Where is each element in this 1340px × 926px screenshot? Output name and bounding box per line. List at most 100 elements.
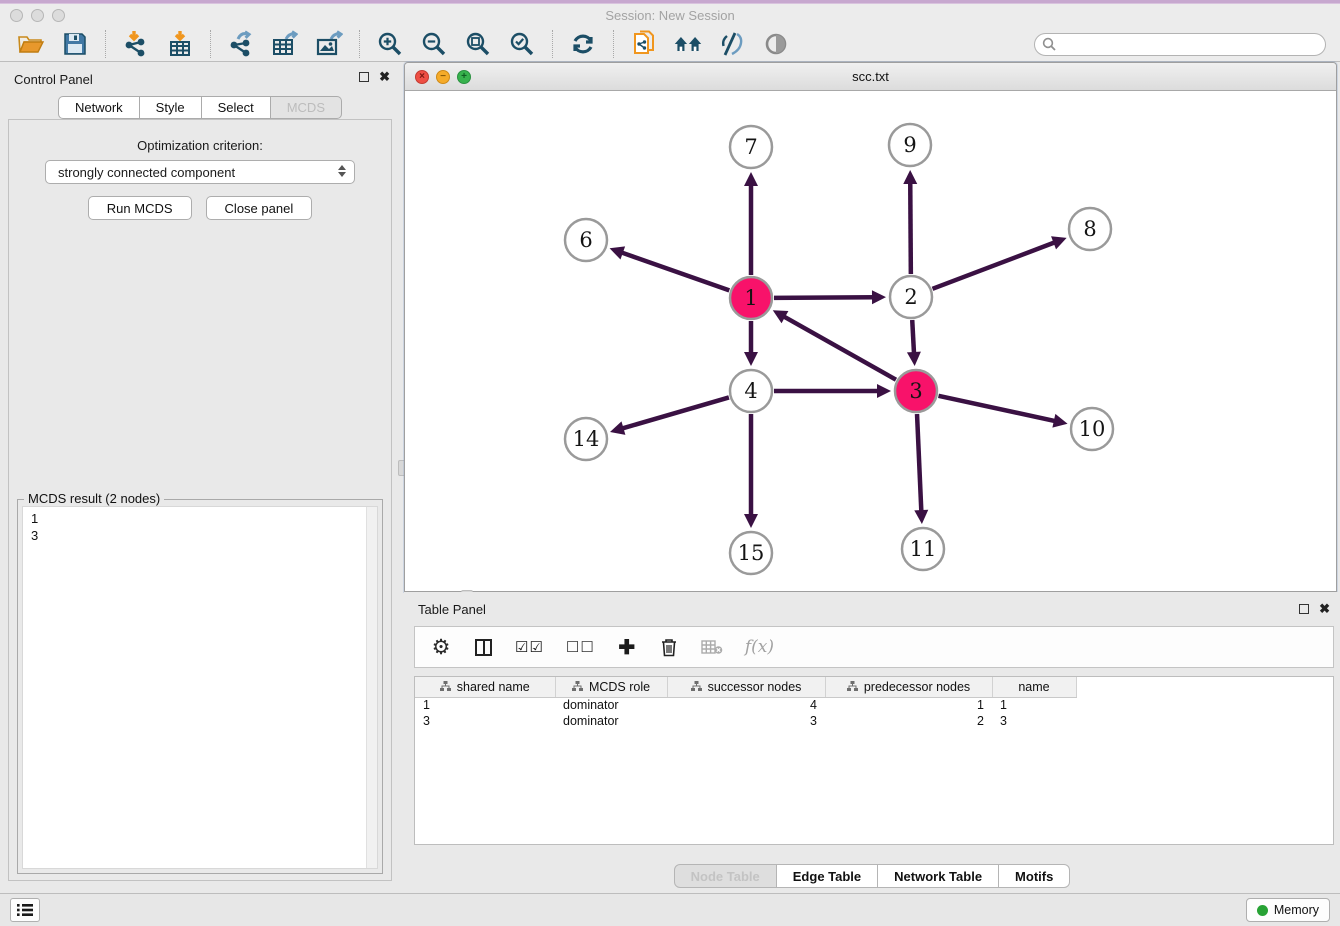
arrowhead-icon [610, 421, 625, 434]
tab-network[interactable]: Network [58, 96, 140, 119]
add-column-icon[interactable]: ✚ [617, 635, 637, 659]
zoom-selected-icon[interactable] [507, 29, 537, 59]
toggle-view-icon[interactable] [761, 29, 791, 59]
clone-network-icon[interactable] [629, 29, 659, 59]
memory-status-icon [1257, 905, 1268, 916]
column-header-successor-nodes[interactable]: successor nodes [667, 677, 825, 697]
memory-label: Memory [1274, 903, 1319, 917]
result-scrollbar[interactable] [366, 507, 377, 868]
export-table-icon[interactable] [270, 29, 300, 59]
hierarchy-icon [691, 681, 702, 692]
select-all-icon[interactable]: ☑☑ [515, 635, 544, 659]
cell-shared-name[interactable]: 1 [415, 697, 555, 713]
table-row[interactable]: 1dominator411 [415, 697, 1092, 713]
main-area: Control Panel ✖ NetworkStyleSelectMCDS O… [0, 62, 1340, 893]
home-layout-icon[interactable] [673, 29, 703, 59]
app-titlebar: Session: New Session [0, 4, 1340, 27]
result-line: 1 [31, 510, 369, 527]
node-label-2: 2 [904, 285, 917, 309]
arrowhead-icon [1052, 414, 1067, 428]
import-network-icon[interactable] [121, 29, 151, 59]
float-table-panel-icon[interactable] [1299, 604, 1309, 614]
edge-1-6[interactable] [620, 252, 729, 290]
network-canvas[interactable]: 7968124314101511 [405, 91, 1336, 591]
export-image-icon[interactable] [314, 29, 344, 59]
edge-2-8[interactable] [933, 242, 1057, 289]
table-row[interactable]: 3dominator323 [415, 713, 1092, 729]
save-session-icon[interactable] [60, 29, 90, 59]
tab-edge-table[interactable]: Edge Table [777, 864, 878, 888]
edge-1-2[interactable] [774, 297, 875, 298]
run-mcds-button[interactable]: Run MCDS [88, 196, 192, 220]
tab-style[interactable]: Style [140, 96, 202, 119]
close-panel-button[interactable]: Close panel [206, 196, 313, 220]
export-network-icon[interactable] [226, 29, 256, 59]
search-input[interactable] [1034, 33, 1326, 56]
edge-4-14[interactable] [621, 397, 729, 429]
mcds-result-area[interactable]: 13 [22, 506, 378, 869]
criterion-select[interactable]: strongly connected component [45, 160, 355, 184]
mcds-result-title: MCDS result (2 nodes) [24, 491, 164, 506]
hierarchy-icon [572, 681, 583, 692]
mcds-panel: Optimization criterion: strongly connect… [8, 119, 392, 881]
arrowhead-icon [907, 352, 921, 366]
toggle-panel-icon[interactable] [473, 635, 493, 659]
column-header-predecessor-nodes[interactable]: predecessor nodes [825, 677, 992, 697]
cell-MCDS-role[interactable]: dominator [555, 713, 667, 729]
column-header-shared-name[interactable]: shared name [415, 677, 555, 697]
tab-motifs[interactable]: Motifs [999, 864, 1070, 888]
deselect-all-icon[interactable]: ☐☐ [566, 635, 595, 659]
edge-2-3[interactable] [912, 320, 914, 355]
node-label-3: 3 [909, 379, 922, 403]
edge-3-10[interactable] [938, 396, 1056, 422]
close-table-panel-icon[interactable]: ✖ [1319, 604, 1330, 614]
column-header-MCDS-role[interactable]: MCDS role [555, 677, 667, 697]
toolbar-separator [359, 30, 360, 58]
node-label-14: 14 [573, 427, 600, 451]
settings-gear-icon[interactable]: ⚙ [431, 635, 451, 659]
edge-3-1[interactable] [782, 316, 896, 380]
node-table[interactable]: shared nameMCDS rolesuccessor nodesprede… [414, 676, 1334, 845]
criterion-value: strongly connected component [58, 165, 235, 180]
network-graph[interactable]: 7968124314101511 [405, 91, 1336, 591]
open-file-icon[interactable] [16, 29, 46, 59]
cell-successor-nodes[interactable]: 4 [667, 697, 825, 713]
tab-mcds[interactable]: MCDS [271, 96, 342, 119]
tab-network-table[interactable]: Network Table [878, 864, 999, 888]
column-header-name[interactable]: name [992, 677, 1076, 697]
hide-labels-icon[interactable] [717, 29, 747, 59]
cell-successor-nodes[interactable]: 3 [667, 713, 825, 729]
task-history-button[interactable] [10, 898, 40, 922]
refresh-icon[interactable] [568, 29, 598, 59]
function-builder-icon: f(x) [745, 635, 774, 659]
cell-predecessor-nodes[interactable]: 2 [825, 713, 992, 729]
cell-shared-name[interactable]: 3 [415, 713, 555, 729]
main-toolbar [0, 27, 1340, 62]
arrowhead-icon [872, 290, 886, 304]
edge-3-11[interactable] [917, 414, 921, 513]
memory-button[interactable]: Memory [1246, 898, 1330, 922]
arrowhead-icon [903, 170, 917, 184]
import-table-icon[interactable] [165, 29, 195, 59]
float-panel-icon[interactable] [359, 72, 369, 82]
zoom-in-icon[interactable] [375, 29, 405, 59]
zoom-fit-icon[interactable] [463, 29, 493, 59]
column-header-filler [1076, 677, 1092, 697]
arrowhead-icon [744, 172, 758, 186]
close-panel-icon[interactable]: ✖ [379, 72, 390, 82]
delete-column-icon[interactable] [659, 635, 679, 659]
zoom-out-icon[interactable] [419, 29, 449, 59]
cell-name[interactable]: 1 [992, 697, 1076, 713]
arrowhead-icon [914, 510, 928, 524]
network-window-titlebar[interactable]: × − + scc.txt [405, 63, 1336, 91]
node-label-9: 9 [903, 133, 916, 157]
edge-2-9[interactable] [910, 181, 911, 274]
node-label-8: 8 [1083, 217, 1096, 241]
cell-name[interactable]: 3 [992, 713, 1076, 729]
cell-predecessor-nodes[interactable]: 1 [825, 697, 992, 713]
tab-node-table[interactable]: Node Table [674, 864, 777, 888]
cell-MCDS-role[interactable]: dominator [555, 697, 667, 713]
node-label-6: 6 [579, 228, 592, 252]
tab-select[interactable]: Select [202, 96, 271, 119]
toolbar-separator [552, 30, 553, 58]
